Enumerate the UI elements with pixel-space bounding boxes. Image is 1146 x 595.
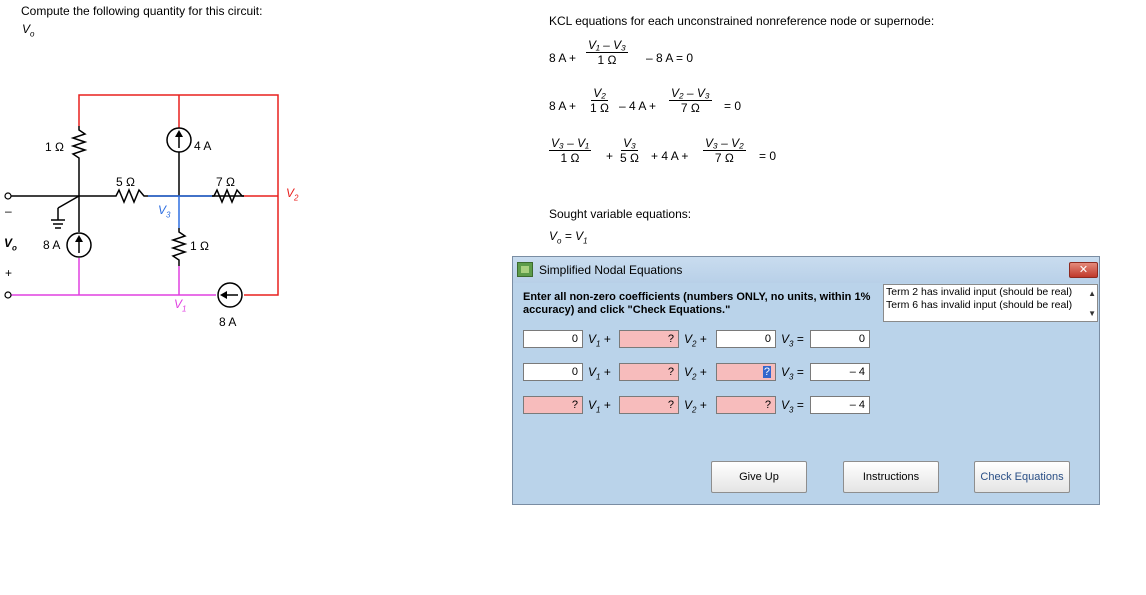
give-up-button[interactable]: Give Up: [711, 461, 807, 493]
circuit-diagram: [4, 94, 279, 308]
coef-r1-v3[interactable]: 0: [716, 330, 776, 348]
coef-r2-v2[interactable]: ?: [619, 363, 679, 381]
coef-r3-v1[interactable]: ?: [523, 396, 583, 414]
coef-r2-v1[interactable]: 0: [523, 363, 583, 381]
nodal-equations-dialog: Simplified Nodal Equations ✕ Enter all n…: [512, 256, 1100, 505]
rhs-r1[interactable]: 0: [810, 330, 870, 348]
var-r3-v3: V3 =: [781, 398, 804, 415]
scroll-down-icon[interactable]: ▼: [1088, 307, 1096, 320]
dialog-title: Simplified Nodal Equations: [539, 263, 683, 277]
scroll-up-icon[interactable]: ▲: [1088, 287, 1096, 300]
eq3-fraction-3: V₃ – V₂ 7 Ω: [703, 136, 746, 165]
resistor-1ohm-lower: [170, 228, 188, 266]
eq3-tail: = 0: [759, 149, 777, 163]
eq3-fraction-1: V₃ – V₁ 1 Ω: [549, 136, 591, 165]
coef-r1-v1[interactable]: 0: [523, 330, 583, 348]
rhs-r2[interactable]: – 4: [810, 363, 870, 381]
label-minus: –: [5, 204, 12, 218]
eq2-tail: = 0: [724, 99, 742, 113]
check-equations-button[interactable]: Check Equations: [974, 461, 1070, 493]
error-item-1: Term 2 has invalid input (should be real…: [886, 286, 1073, 298]
eq1-fraction: V₁ – V₃ 1 Ω: [586, 38, 628, 67]
eq2-fraction-1: V₂ 1 Ω: [590, 86, 609, 115]
coef-r3-v3[interactable]: ?: [716, 396, 776, 414]
label-r1-lower: 1 Ω: [190, 239, 209, 253]
coef-r1-v2[interactable]: ?: [619, 330, 679, 348]
label-src-4a: 4 A: [194, 139, 212, 153]
label-src-8a-right: 8 A: [219, 315, 237, 329]
coef-r3-v2[interactable]: ?: [619, 396, 679, 414]
terminal-top: [4, 192, 12, 200]
eq3-mid: + 4 A +: [651, 149, 689, 163]
dialog-titlebar[interactable]: Simplified Nodal Equations ✕: [513, 257, 1099, 283]
label-r5: 5 Ω: [116, 175, 135, 189]
eq2-lead: 8 A +: [549, 99, 577, 113]
label-vo: Vo: [4, 236, 17, 253]
var-r1-v2: V2 +: [684, 332, 707, 349]
var-r2-v2: V2 +: [684, 365, 707, 382]
label-plus: +: [5, 266, 13, 280]
var-r3-v2: V2 +: [684, 398, 707, 415]
label-node-v1: V1: [174, 297, 187, 314]
dialog-instructions: Enter all non-zero coefficients (numbers…: [523, 291, 871, 316]
terminal-bottom: [4, 291, 12, 299]
eq2-fraction-2: V₂ – V₃ 7 Ω: [669, 86, 712, 115]
sought-heading: Sought variable equations:: [549, 207, 692, 221]
eq3-op1: +: [606, 149, 614, 163]
rhs-r3[interactable]: – 4: [810, 396, 870, 414]
label-r1-left: 1 Ω: [45, 140, 64, 154]
error-item-2: Term 6 has invalid input (should be real…: [886, 299, 1073, 311]
instructions-button[interactable]: Instructions: [843, 461, 939, 493]
eq1-tail: – 8 A = 0: [646, 51, 694, 65]
coef-r2-v3[interactable]: ?: [716, 363, 776, 381]
label-node-v2: V2: [286, 186, 299, 203]
eq3-fraction-2: V₃ 5 Ω: [620, 136, 639, 165]
close-button[interactable]: ✕: [1069, 262, 1098, 278]
error-list[interactable]: Term 2 has invalid input (should be real…: [883, 284, 1098, 322]
label-src-8a-left: 8 A: [43, 238, 61, 252]
eq2-mid: – 4 A +: [619, 99, 657, 113]
problem-prompt: Compute the following quantity for this …: [21, 4, 263, 18]
label-r7: 7 Ω: [216, 175, 235, 189]
app-icon: [517, 262, 533, 277]
resistor-1ohm-left: [70, 126, 88, 160]
var-r3-v1: V1 +: [588, 398, 611, 415]
sought-equation: Vo = V1: [549, 229, 588, 246]
var-r1-v3: V3 =: [781, 332, 804, 349]
var-r2-v1: V1 +: [588, 365, 611, 382]
sought-quantity: Vo: [22, 22, 35, 39]
var-r1-v1: V1 +: [588, 332, 611, 349]
var-r2-v3: V3 =: [781, 365, 804, 382]
eq1-lead: 8 A +: [549, 51, 577, 65]
label-node-v3: V3: [158, 203, 171, 220]
kcl-heading: KCL equations for each unconstrained non…: [549, 14, 935, 28]
